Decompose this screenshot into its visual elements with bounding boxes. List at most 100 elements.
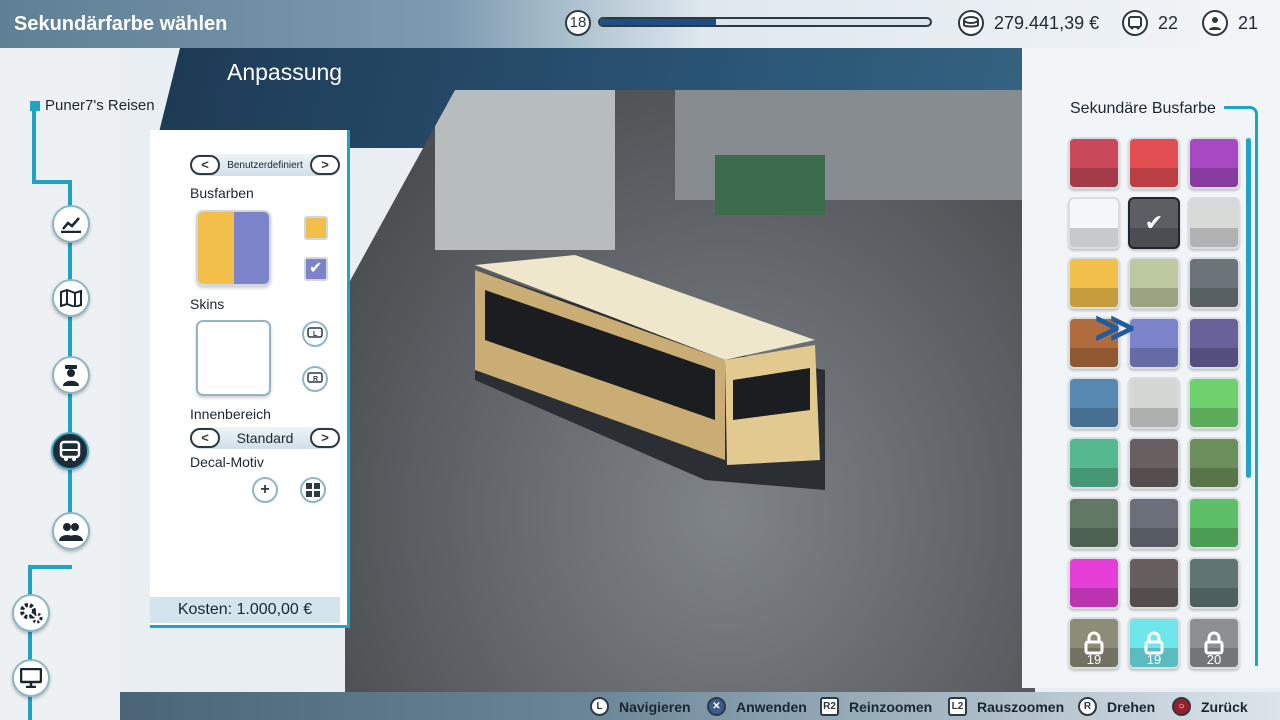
driver-count-stat: 21: [1202, 10, 1258, 36]
hint-navigate: L Navigieren: [590, 697, 691, 716]
cost-label: Kosten: 1.000,00 €: [150, 597, 340, 623]
color-swatch[interactable]: 19: [1068, 617, 1120, 669]
palette-scrollbar[interactable]: [1246, 138, 1251, 478]
sidebar-rail: [36, 180, 72, 184]
r2-button-icon: R2: [820, 697, 839, 716]
hint-label: Drehen: [1107, 698, 1156, 715]
color-swatch[interactable]: [1068, 557, 1120, 609]
primary-color-button[interactable]: [304, 216, 328, 240]
color-swatch[interactable]: [1128, 377, 1180, 429]
color-swatch[interactable]: [1128, 437, 1180, 489]
skin-r-button[interactable]: R: [302, 366, 328, 392]
checkmark-icon: ✔: [309, 260, 323, 277]
grid-icon: [306, 483, 320, 497]
hint-zoom-in: R2 Reinzoomen: [820, 697, 932, 716]
hint-label: Rauszoomen: [977, 698, 1065, 715]
decal-label: Decal-Motiv: [190, 454, 264, 470]
bus-count-stat: 22: [1122, 10, 1178, 36]
color-swatch[interactable]: [1068, 497, 1120, 549]
unlock-level-label: 19: [1146, 652, 1162, 667]
cross-button-icon: ✕: [707, 697, 726, 716]
color-swatch[interactable]: [1188, 317, 1240, 369]
nav-drivers-button[interactable]: [52, 356, 90, 394]
innenbereich-label: Innenbereich: [190, 406, 271, 422]
xp-progress-fill: [600, 19, 716, 25]
nav-system-button[interactable]: [12, 659, 50, 697]
secondary-color-preview: [233, 212, 269, 284]
sidebar-rail: [32, 104, 36, 184]
color-swatch[interactable]: [1188, 197, 1240, 249]
color-swatch[interactable]: [1188, 497, 1240, 549]
stats-icon: [61, 217, 81, 233]
plus-icon: +: [260, 481, 270, 498]
hint-apply: ✕ Anwenden: [707, 697, 807, 716]
sidebar-rail: [30, 565, 72, 569]
nav-staff-button[interactable]: [52, 512, 90, 550]
color-swatch[interactable]: [1128, 497, 1180, 549]
nav-settings-button[interactable]: [12, 594, 50, 632]
color-swatch[interactable]: [1188, 137, 1240, 189]
color-swatch[interactable]: ✔: [1128, 197, 1180, 249]
color-swatch[interactable]: [1188, 437, 1240, 489]
color-swatch[interactable]: [1128, 137, 1180, 189]
interior-next-button[interactable]: >: [309, 428, 340, 448]
svg-text:L: L: [313, 331, 318, 338]
skins-label: Skins: [190, 296, 225, 312]
selection-cursor-icon: ≫: [1094, 306, 1136, 350]
nav-bus-button[interactable]: [51, 432, 89, 470]
color-swatch[interactable]: [1068, 257, 1120, 309]
company-name: Puner7's Reisen: [45, 97, 155, 114]
hint-label: Zurück: [1201, 698, 1248, 715]
checkmark-icon: ✔: [1144, 210, 1164, 235]
screen-title: Sekundärfarbe wählen: [14, 13, 228, 35]
bus-model: [475, 255, 825, 490]
circle-button-icon: ○: [1172, 697, 1191, 716]
color-swatch[interactable]: 19: [1128, 617, 1180, 669]
color-swatch[interactable]: [1128, 557, 1180, 609]
bus-r-icon: R: [307, 372, 323, 383]
driver-icon: [63, 365, 79, 386]
color-swatch[interactable]: [1188, 377, 1240, 429]
r-stick-icon: R: [1078, 697, 1097, 716]
l-stick-icon: L: [590, 697, 609, 716]
busfarben-label: Busfarben: [190, 185, 254, 201]
add-decal-button[interactable]: +: [252, 477, 278, 503]
interior-prev-button[interactable]: <: [190, 428, 220, 448]
skin-l-button[interactable]: L: [302, 321, 328, 347]
color-swatch[interactable]: [1068, 377, 1120, 429]
bus-preview-viewport[interactable]: [345, 90, 1035, 695]
driver-icon: [1202, 10, 1228, 36]
color-swatch[interactable]: [1068, 137, 1120, 189]
color-grid: ✔ 19 19 20: [1068, 137, 1242, 669]
decal-gallery-button[interactable]: [300, 477, 326, 503]
l2-button-icon: L2: [948, 697, 967, 716]
driver-count-value: 21: [1238, 12, 1259, 33]
secondary-color-button[interactable]: ✔: [304, 257, 328, 281]
color-swatch[interactable]: 20: [1188, 617, 1240, 669]
skin-preview[interactable]: [196, 320, 271, 396]
color-swatch[interactable]: [1188, 557, 1240, 609]
color-swatch[interactable]: [1068, 197, 1120, 249]
group-icon: [59, 523, 83, 541]
preset-prev-button[interactable]: <: [190, 155, 220, 175]
interior-value: Standard: [236, 430, 294, 446]
preset-value: Benutzerdefiniert: [227, 159, 303, 171]
nav-stats-button[interactable]: [52, 205, 90, 243]
xp-progress-bar: [598, 17, 932, 27]
bus-icon: [1122, 10, 1148, 36]
level-badge: 18: [565, 10, 591, 36]
hint-rotate: R Drehen: [1078, 697, 1155, 716]
nav-map-button[interactable]: [52, 279, 90, 317]
hint-back: ○ Zurück: [1172, 697, 1248, 716]
color-swatch[interactable]: [1188, 257, 1240, 309]
primary-color-preview: [198, 212, 234, 284]
color-swatch[interactable]: [1128, 257, 1180, 309]
color-swatch[interactable]: [1068, 437, 1120, 489]
hint-label: Navigieren: [619, 698, 691, 715]
gears-icon: [20, 603, 43, 624]
monitor-icon: [20, 668, 42, 688]
preset-next-button[interactable]: >: [309, 155, 340, 175]
hint-zoom-out: L2 Rauszoomen: [948, 697, 1064, 716]
money-value: 279.441,39 €: [994, 12, 1100, 33]
hint-label: Reinzoomen: [849, 698, 933, 715]
